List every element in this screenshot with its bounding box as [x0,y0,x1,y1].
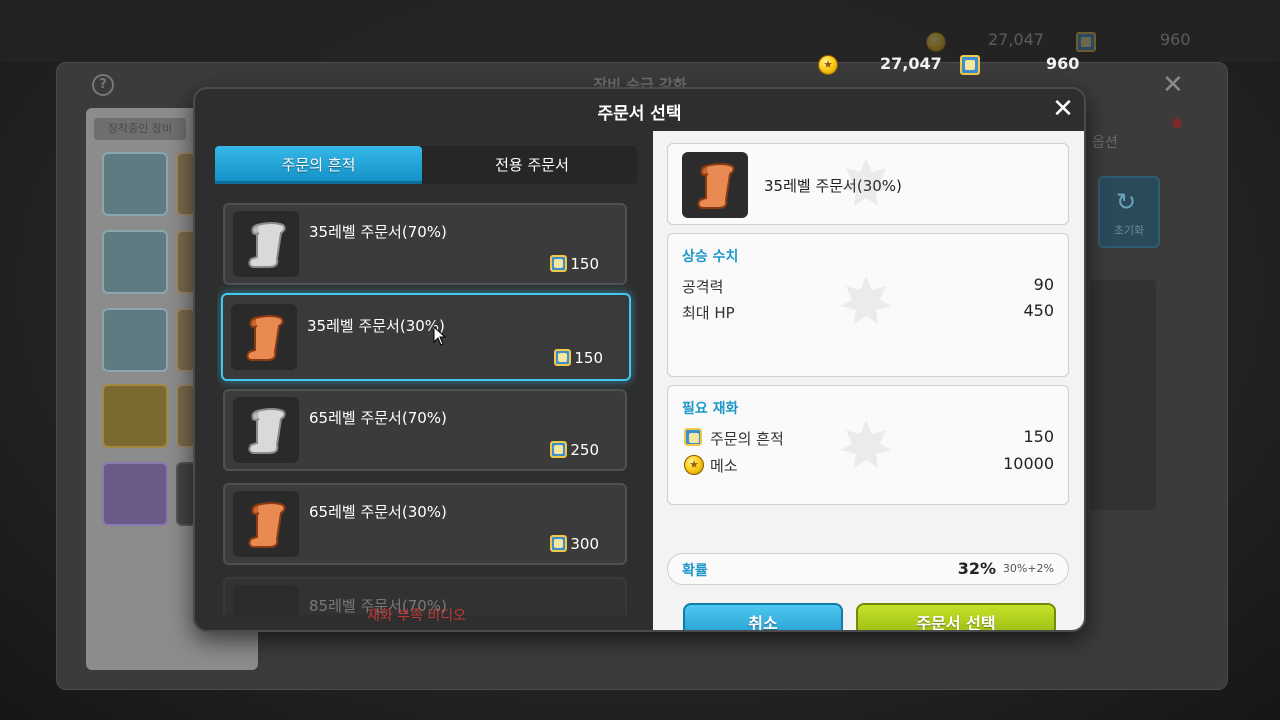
scroll-item-price: 150 [574,349,603,367]
scroll-item-label: 65레벨 주문서(30%) [309,503,447,521]
background-equipment-slot [102,152,168,216]
stat-value: 450 [1023,301,1054,320]
maple-leaf-icon [840,158,892,206]
probability-bar: 확률 32% 30%+2% [667,553,1069,585]
coin-icon: ★ [818,55,838,75]
coin-icon [926,32,946,52]
cancel-button[interactable]: 취소 [683,603,843,630]
refresh-icon: ↻ [1116,188,1137,216]
background-meso-amount: 27,047 [988,30,1044,49]
game-screen: 27,047 960 ? 장비 승급 강화 ✕ 장착중인 장비 옵션 초기화 ↻… [0,0,1280,720]
background-option-box [1090,280,1156,510]
selected-scroll-box: 35레벨 주문서(30%) [667,143,1069,225]
ticket-icon [960,55,980,75]
scroll-icon [246,315,284,361]
scroll-list-item[interactable]: 35레벨 주문서(70%) 150 [223,203,627,285]
maple-leaf-icon [840,276,892,324]
scroll-item-price: 250 [570,441,599,459]
background-equipment-slot [102,462,168,526]
scroll-item-label: 65레벨 주문서(70%) [309,409,447,427]
scroll-item-icon-box [233,211,299,277]
probability-value: 32% [957,559,996,578]
ticket-icon [550,441,567,458]
background-equipment-slot [102,384,168,448]
meso-amount: 27,047 [880,54,942,73]
ticket-icon [554,349,571,366]
scroll-icon [248,222,286,268]
scroll-tabs: 주문의 흔적 전용 주문서 [215,146,637,184]
tab-exclusive-scrolls[interactable]: 전용 주문서 [427,146,637,184]
scroll-detail-panel: 35레벨 주문서(30%) 상승 수치 공격력 90 최대 HP 450 필요 … [653,131,1084,630]
coin-icon: ★ [684,455,704,475]
background-top-bar [0,0,1280,62]
tab-trace-scrolls[interactable]: 주문의 흔적 [215,146,422,184]
stat-label: 공격력 [682,278,724,296]
ticket-amount: 960 [1046,54,1080,73]
ticket-icon [550,535,567,552]
selected-scroll-icon-box [682,152,748,218]
scroll-icon [248,502,286,548]
scroll-item-price: 300 [570,535,599,553]
stat-increase-box: 상승 수치 공격력 90 최대 HP 450 [667,233,1069,377]
background-ticket-amount: 960 [1160,30,1191,49]
scroll-icon [248,408,286,454]
select-scroll-button[interactable]: 주문서 선택 [856,603,1056,630]
cost-label: 메소 [710,457,738,475]
notification-dot [1172,118,1182,128]
scroll-select-modal: 주문서 선택 ✕ 주문의 흔적 전용 주문서 35레벨 주문서(70%) 150 [193,87,1086,632]
scroll-icon [697,163,735,209]
scroll-list-item[interactable]: 65레벨 주문서(30%) 300 [223,483,627,565]
scroll-item-icon-box [233,397,299,463]
scroll-list[interactable]: 35레벨 주문서(70%) 150 35레벨 주문서(30%) 150 65레벨… [217,201,637,615]
ticket-icon [1076,32,1096,52]
scroll-item-label: 35레벨 주문서(30%) [307,317,445,335]
scroll-list-item-selected[interactable]: 35레벨 주문서(30%) 150 [221,293,631,381]
cost-value: 10000 [1003,454,1054,473]
stat-increase-title: 상승 수치 [682,249,739,265]
help-icon: ? [92,74,114,96]
scroll-item-label: 35레벨 주문서(70%) [309,223,447,241]
ticket-icon [684,428,702,446]
cost-value: 150 [1023,427,1054,446]
close-button[interactable]: ✕ [1051,96,1075,122]
background-equipment-slot [102,308,168,372]
probability-breakdown: 30%+2% [1002,562,1054,575]
cost-label: 주문의 흔적 [710,430,784,448]
modal-header: 주문서 선택 ✕ [195,89,1084,131]
background-close-icon: ✕ [1162,70,1184,100]
probability-label: 확률 [682,563,708,579]
stat-label: 최대 HP [682,304,735,322]
mouse-cursor-icon [433,326,447,346]
required-currency-title: 필요 재화 [682,401,739,417]
required-currency-box: 필요 재화 주문의 흔적 150 ★ 메소 10000 [667,385,1069,505]
background-option-label: 옵션 [1092,135,1118,151]
scroll-list-item[interactable]: 65레벨 주문서(70%) 250 [223,389,627,471]
background-equipped-tab: 장착중인 장비 [94,118,186,140]
maple-leaf-icon [840,420,892,468]
scroll-item-icon-box [233,491,299,557]
background-equipment-slot [102,230,168,294]
ticket-icon [550,255,567,272]
insufficient-currency-text: 재화 부족 비디오 [367,608,467,624]
scroll-item-icon-box [231,304,297,370]
scroll-item-icon-box [233,585,299,615]
scroll-item-price: 150 [570,255,599,273]
modal-title: 주문서 선택 [597,104,682,124]
stat-value: 90 [1033,275,1054,294]
